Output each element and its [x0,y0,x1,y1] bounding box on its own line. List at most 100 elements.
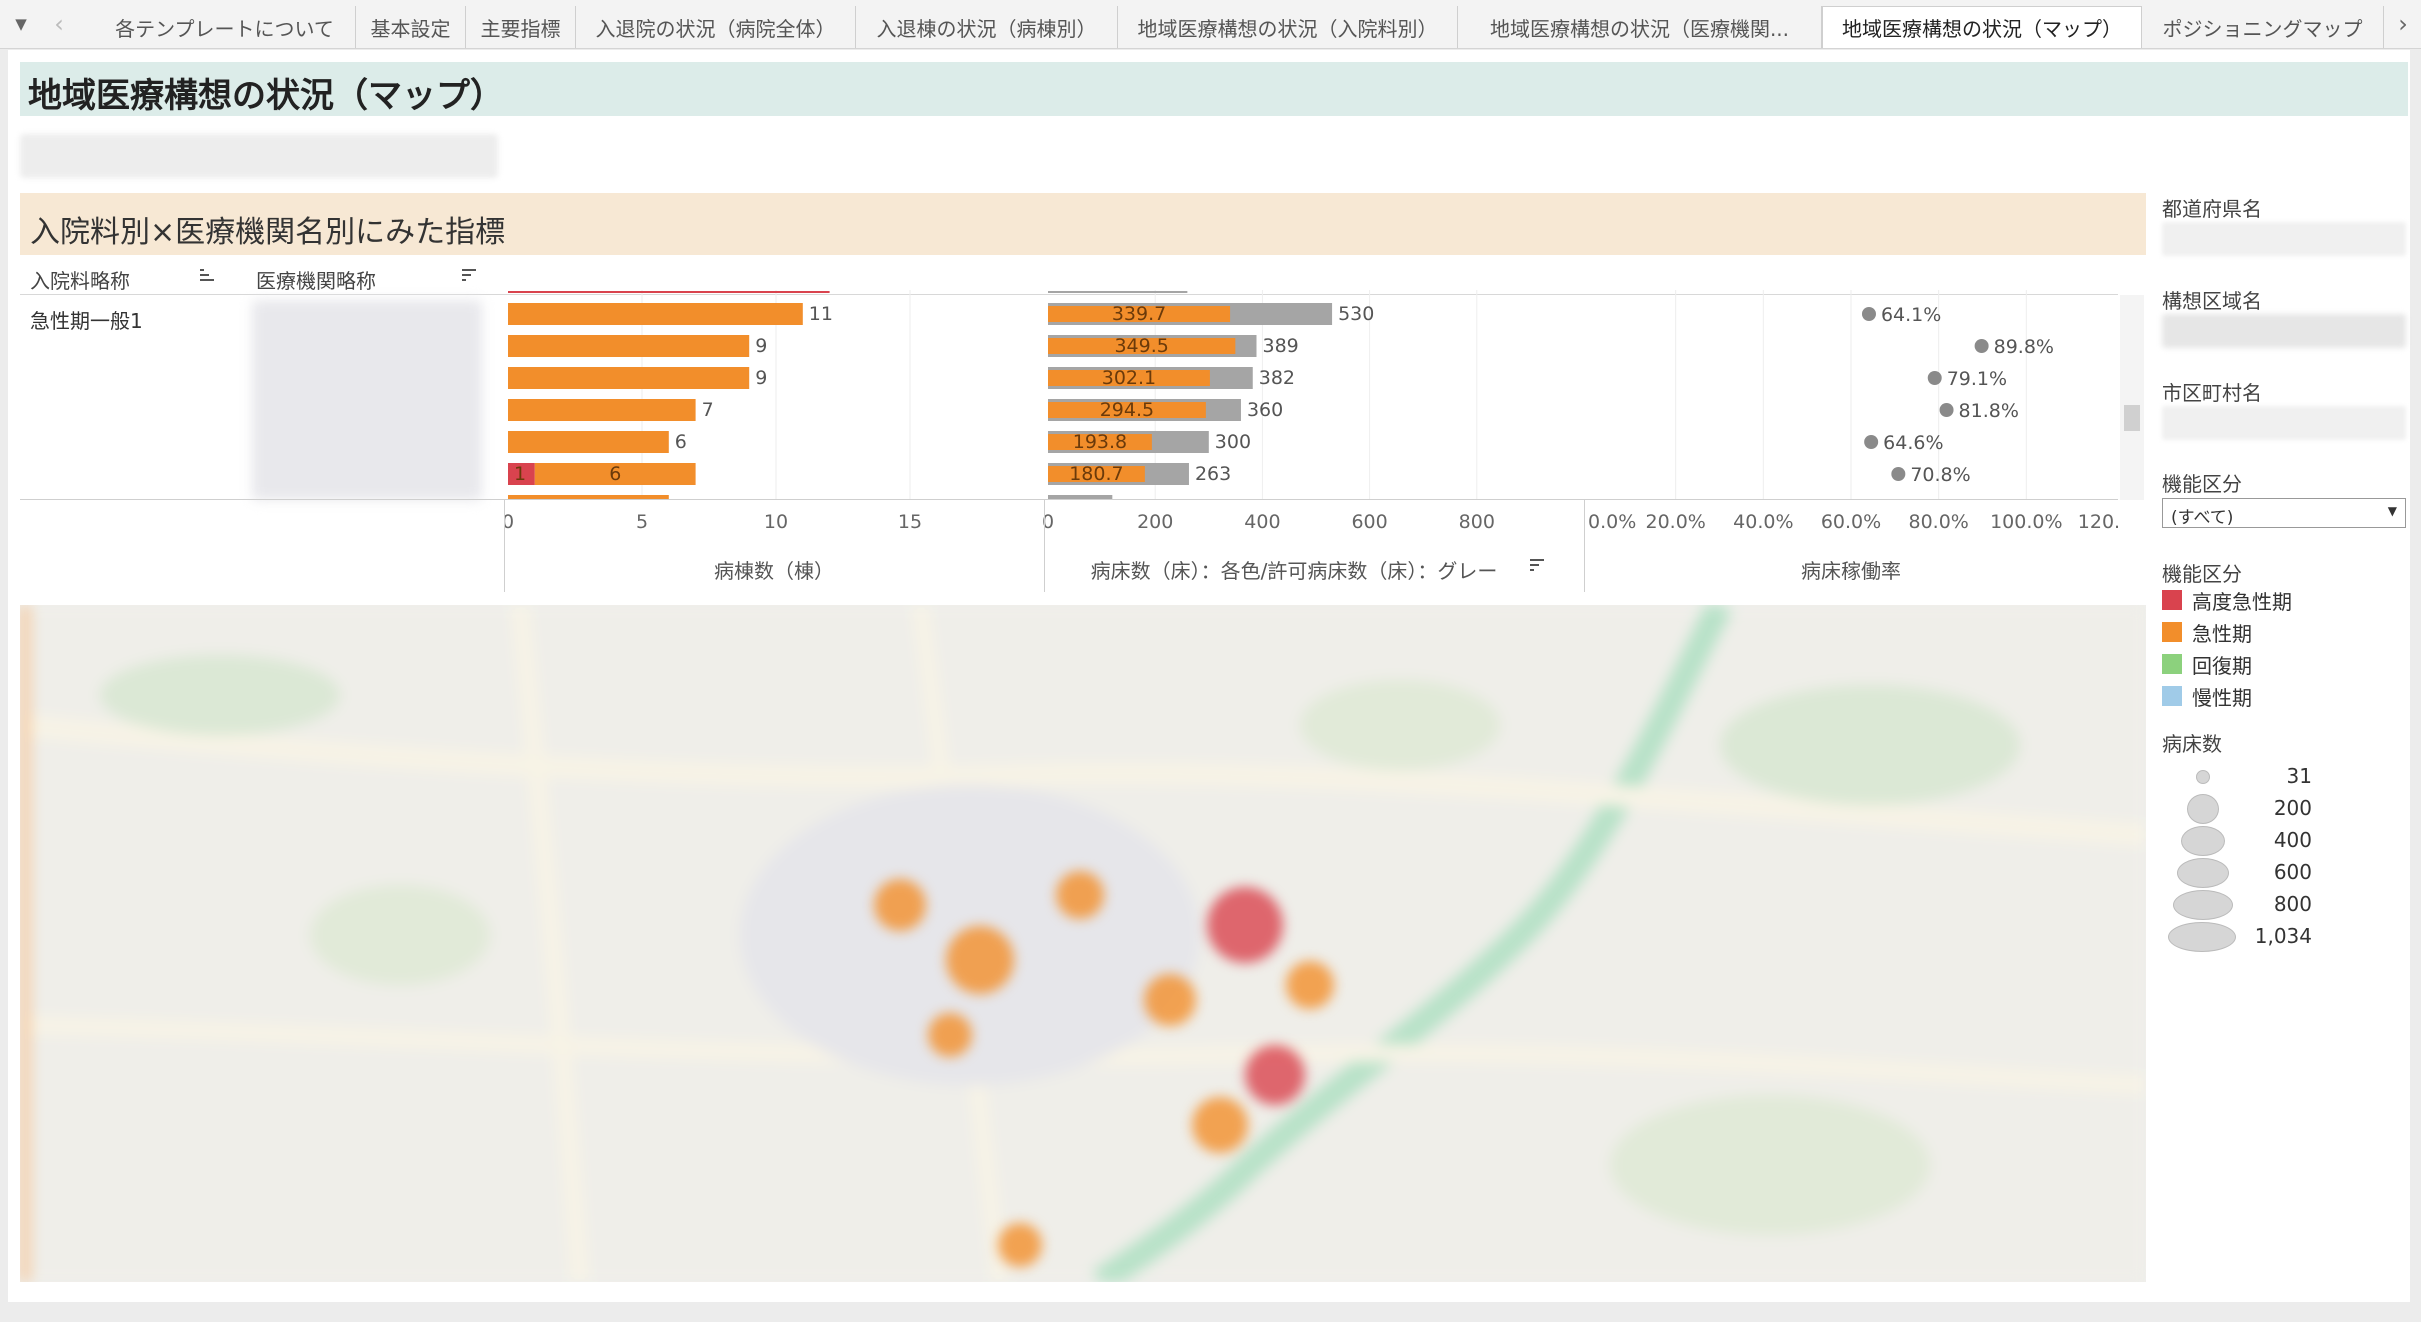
tab-next-icon[interactable]: › [2388,0,2418,48]
tab-regional-by-facility[interactable]: 地域医療構想の状況（医療機関... [1458,6,1822,48]
map-markers [874,871,1334,1267]
axis-sort-icon[interactable] [1530,558,1548,578]
bar-value-label: 9 [755,335,767,357]
bed-axis-tick: 400 [1244,511,1280,533]
legend-swatch [2162,654,2182,674]
occupancy-label: 64.6% [1883,432,1943,454]
occupancy-dot [1927,371,1942,385]
tab-key-indicators[interactable]: 主要指標 [466,6,576,48]
bed-axis-title: 病床数（床）：各色/許可病床数（床）：グレー [1090,559,1498,583]
occupancy-axis-tick: 0.0% [1588,511,1636,533]
map-marker [874,879,926,931]
function-filter-select[interactable]: (すべて) ▼ [2162,498,2406,528]
tab-regional-by-fee[interactable]: 地域医療構想の状況（入院料別） [1118,6,1458,48]
ward-axis-tick: 10 [764,511,788,533]
bar-value-label: 7 [702,399,714,421]
bed-axis-tick: 200 [1137,511,1173,533]
bar-acute [508,431,669,453]
tab-regional-map[interactable]: 地域医療構想の状況（マップ） [1822,6,2142,48]
legend-label: 慢性期 [2192,685,2252,710]
legend-title: 機能区分 [2162,562,2242,586]
bed-axis-tick: 600 [1351,511,1387,533]
bar-inner-label: 6 [609,463,621,485]
tab-prev-icon[interactable]: ‹ [44,0,74,48]
bar-acute [508,335,750,357]
sort-descending-icon[interactable] [462,268,480,288]
chevron-down-icon[interactable]: ▼ [2388,504,2397,518]
occupancy-dot [1864,435,1879,449]
section-title: 入院料別×医療機関名別にみた指標 [30,215,506,250]
occupancy-axis-tick: 20.0% [1645,511,1705,533]
facility-map[interactable] [20,605,2146,1282]
tab-bar: ▼ ‹ 各テンプレートについて 基本設定 主要指標 入退院の状況（病院全体） 入… [0,0,2421,49]
legend-swatch [2162,590,2182,610]
size-legend-item: 400 [2162,826,2312,856]
ward-axis-tick: 5 [636,511,648,533]
legend-item-high-acute[interactable]: 高度急性期 [2162,587,2292,614]
bar-value-label: 389 [1263,335,1299,357]
city-filter-input[interactable] [2162,406,2406,440]
map-marker [1192,1097,1248,1153]
tab-positioning-map[interactable]: ポジショニングマップ [2142,6,2384,48]
size-legend-item: 600 [2162,858,2312,888]
bar-inner-label: 1 [514,463,526,485]
legend-item-acute[interactable]: 急性期 [2162,619,2252,646]
area-filter-input[interactable] [2162,314,2406,348]
tab-admission-ward[interactable]: 入退棟の状況（病棟別） [856,6,1118,48]
bar-acute [508,399,696,421]
bar-value-label: 300 [1215,431,1251,453]
occupancy-dot [1891,467,1906,481]
bar-value-label: 382 [1259,367,1295,389]
scrollbar-thumb[interactable] [2124,405,2140,431]
map-marker [946,926,1014,994]
size-legend-label: 1,034 [2254,924,2312,948]
occupancy-axis-tick: 100.0% [1990,511,2062,533]
legend-swatch [2162,686,2182,706]
size-legend-label: 600 [2273,860,2312,884]
map-marker [1286,961,1334,1009]
sort-ascending-icon[interactable] [200,268,218,288]
map-marker [1207,887,1283,963]
bed-axis-tick: 800 [1459,511,1495,533]
axis-ticks: 0 5 10 15 0 200 400 600 800 0.0% 20.0% 40.0% 60.0% 80… [504,511,2118,533]
bar-inner-label: 180.7 [1069,463,1123,485]
map-marker [1245,1045,1305,1105]
tab-menu-dropdown-icon[interactable]: ▼ [6,0,36,48]
bar-value-label: 6 [675,431,687,453]
map-marker [998,1223,1042,1267]
occupancy-chart: 64.1% 89.8% 79.1% 81.8% 64.6% 70.8% [1675,290,2054,500]
occupancy-label: 89.8% [1994,336,2054,358]
occupancy-axis-tick: 40.0% [1733,511,1793,533]
legend-label: 回復期 [2192,653,2252,678]
bar-inner-label: 193.8 [1073,431,1127,453]
map-marker [1144,974,1196,1026]
tab-basic-settings[interactable]: 基本設定 [356,6,466,48]
legend-item-chronic[interactable]: 慢性期 [2162,683,2252,710]
legend-swatch [2162,622,2182,642]
col-header-admission-fee[interactable]: 入院料略称 [30,265,130,294]
row-group-label: 急性期一般1 [30,309,143,333]
occupancy-label: 64.1% [1881,304,1941,326]
dashboard: 地域医療構想の状況（マップ） 入院料別×医療機関名別にみた指標 入院料略称 医療… [8,50,2410,1302]
tab-admission-hospital[interactable]: 入退院の状況（病院全体） [576,6,856,48]
section-title-bar: 入院料別×医療機関名別にみた指標 [20,193,2146,255]
blurred-facility-names [252,300,482,500]
bar-value-label: 11 [809,303,833,325]
size-legend-label: 800 [2273,892,2312,916]
prefecture-filter-input[interactable] [2162,222,2406,256]
col-header-facility[interactable]: 医療機関略称 [256,265,376,294]
tab-templates[interactable]: 各テンプレートについて [94,6,356,48]
bar-acute [508,367,750,389]
legend-item-recovery[interactable]: 回復期 [2162,651,2252,678]
chart-scrollbar[interactable] [2120,295,2144,500]
bar-value-label: 9 [755,367,767,389]
occupancy-axis-tick: 80.0% [1908,511,1968,533]
size-legend-label: 200 [2273,796,2312,820]
bar-inner-label: 294.5 [1100,399,1154,421]
bar-inner-label: 349.5 [1114,335,1168,357]
bar-value-label: 263 [1195,463,1231,485]
function-filter-value: (すべて) [2171,508,2234,528]
prefecture-filter-label: 都道府県名 [2162,197,2262,221]
occupancy-dot [1939,403,1954,417]
occupancy-label: 79.1% [1947,368,2007,390]
